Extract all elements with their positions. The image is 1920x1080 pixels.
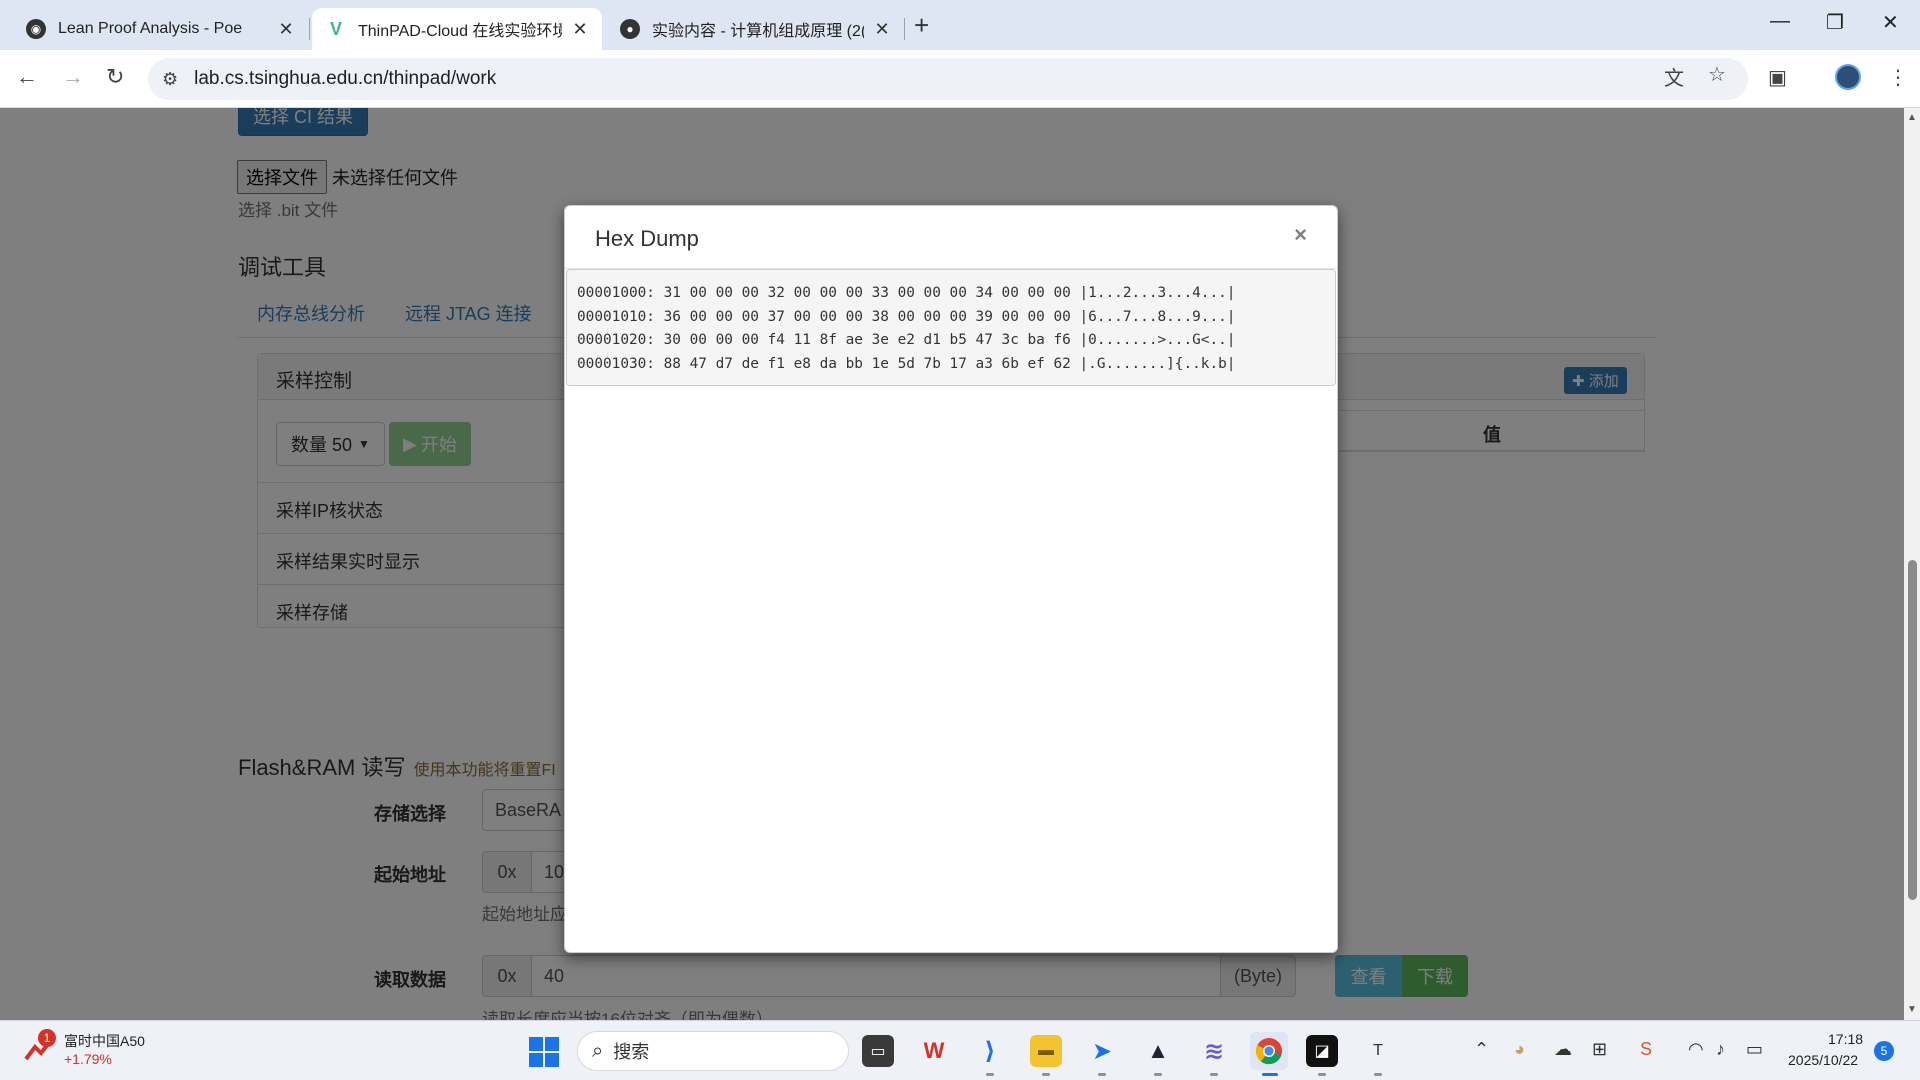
scroll-up-arrow-icon[interactable]: ▲ [1907, 112, 1917, 123]
tab-thinpad[interactable]: V ThinPAD-Cloud 在线实验环境 ✕ [312, 8, 602, 50]
profile-avatar[interactable] [1835, 64, 1861, 90]
close-window-icon[interactable]: ✕ [1882, 10, 1899, 35]
stock-badge: 1 [38, 1029, 56, 1047]
tab-divider [904, 18, 905, 40]
task-view-icon[interactable]: ▭ [862, 1035, 894, 1067]
minimize-icon[interactable]: — [1770, 10, 1790, 33]
site-settings-icon[interactable]: ⚙ [162, 69, 178, 90]
volume-icon[interactable]: ♪ [1716, 1039, 1725, 1060]
close-icon[interactable]: ✕ [570, 19, 590, 40]
windows-taskbar: 1 富时中国A50 +1.79% ⌕ 搜索 ▭ W ⟩ ▬ ➤ ▲ ≋ ◪ T … [0, 1020, 1920, 1080]
tab-title: ThinPAD-Cloud 在线实验环境 [358, 23, 562, 40]
bookmark-star-icon[interactable]: ☆ [1708, 62, 1726, 87]
stock-name: 富时中国A50 [64, 1033, 145, 1049]
url-text[interactable]: lab.cs.tsinghua.edu.cn/thinpad/work [194, 68, 496, 90]
feather-app-icon[interactable]: ≋ [1198, 1035, 1230, 1067]
address-bar-row: ← → ↻ ⚙ lab.cs.tsinghua.edu.cn/thinpad/w… [0, 50, 1920, 108]
running-indicator [1374, 1073, 1382, 1076]
wps-icon[interactable]: W [918, 1035, 950, 1067]
running-indicator [986, 1073, 994, 1076]
taskbar-search[interactable]: ⌕ 搜索 [577, 1031, 849, 1071]
windows-start-icon[interactable] [529, 1037, 559, 1067]
poe-icon: ◉ [26, 19, 46, 39]
text-app-icon[interactable]: T [1362, 1035, 1394, 1067]
running-indicator [1154, 1073, 1162, 1076]
close-icon[interactable]: ✕ [872, 19, 892, 40]
tab-poe[interactable]: ◉ Lean Proof Analysis - Poe ✕ [0, 8, 308, 50]
running-indicator [1318, 1073, 1326, 1076]
scroll-down-arrow-icon[interactable]: ▼ [1907, 1004, 1917, 1015]
notification-badge[interactable]: 5 [1874, 1041, 1894, 1061]
tab-search-icon[interactable]: ▣ [1768, 65, 1787, 90]
clock-time[interactable]: 17:18 [1828, 1031, 1863, 1047]
chrome-icon[interactable] [1250, 1032, 1288, 1070]
sogou-icon[interactable]: S [1640, 1039, 1652, 1060]
running-indicator [1098, 1073, 1106, 1076]
chrome-logo-icon [1255, 1038, 1282, 1065]
tab-divider [309, 18, 310, 40]
forward-arrow-icon[interactable]: → [62, 64, 84, 90]
github-icon: ● [620, 19, 640, 39]
tab-experiment[interactable]: ● 实验内容 - 计算机组成原理 (2( ✕ [604, 8, 904, 50]
chevron-up-icon[interactable]: ⌃ [1474, 1039, 1489, 1060]
dump-line: 00001010: 36 00 00 00 37 00 00 00 38 00 … [577, 308, 1236, 325]
tray-cat-icon[interactable]: ◕ [1514, 1039, 1525, 1060]
battery-icon[interactable]: ▭ [1746, 1039, 1763, 1060]
more-menu-icon[interactable]: ⋮ [1888, 65, 1908, 90]
wifi-icon[interactable]: ◠ [1688, 1039, 1704, 1060]
modal-title: Hex Dump [595, 226, 699, 251]
browser-tab-strip: ◉ Lean Proof Analysis - Poe ✕ V ThinPAD-… [0, 0, 1920, 50]
url-omnibox[interactable]: ⚙ lab.cs.tsinghua.edu.cn/thinpad/work [148, 58, 1748, 100]
page-scrollbar[interactable]: ▲ ▼ [1904, 108, 1920, 1020]
modal-header: Hex Dump × [565, 206, 1337, 269]
new-tab-plus-icon[interactable]: + [914, 10, 929, 41]
close-icon[interactable]: × [1294, 222, 1307, 248]
active-indicator [1262, 1073, 1278, 1076]
tab-title: Lean Proof Analysis - Poe [58, 20, 243, 37]
stock-change: +1.79% [64, 1051, 112, 1067]
search-icon: ⌕ [592, 1039, 604, 1062]
ime-icon[interactable]: ⊞ [1592, 1039, 1607, 1060]
ide-app-icon[interactable]: ◪ [1306, 1035, 1338, 1067]
translate-icon[interactable]: 文 [1664, 62, 1684, 91]
dump-line: 00001020: 30 00 00 00 f4 11 8f ae 3e e2 … [577, 332, 1236, 348]
close-icon[interactable]: ✕ [276, 19, 296, 40]
vue-icon: V [329, 18, 342, 39]
dump-line: 00001000: 31 00 00 00 32 00 00 00 33 00 … [577, 285, 1236, 301]
vscode-icon[interactable]: ⟩ [974, 1035, 1006, 1067]
scrollbar-thumb[interactable] [1908, 560, 1917, 900]
running-indicator [1042, 1073, 1050, 1076]
hex-dump-output: 00001000: 31 00 00 00 32 00 00 00 33 00 … [566, 269, 1336, 386]
clock-date[interactable]: 2025/10/22 [1788, 1052, 1858, 1068]
cloud-off-icon[interactable]: ☁ [1554, 1039, 1572, 1060]
restore-icon[interactable]: ❐ [1826, 10, 1844, 35]
file-explorer-icon[interactable]: ▬ [1030, 1035, 1062, 1067]
running-indicator [1210, 1073, 1218, 1076]
tab-title: 实验内容 - 计算机组成原理 (2( [652, 23, 864, 40]
dump-line: 00001030: 88 47 d7 de f1 e8 da bb 1e 5d … [577, 355, 1236, 372]
back-arrow-icon[interactable]: ← [16, 64, 38, 90]
hex-dump-modal: Hex Dump × 00001000: 31 00 00 00 32 00 0… [564, 205, 1338, 953]
search-placeholder: 搜索 [613, 1042, 650, 1062]
page-viewport: 选择 CI 结果 选择文件 未选择任何文件 选择 .bit 文件 调试工具 内存… [0, 108, 1904, 1020]
reload-icon[interactable]: ↻ [106, 64, 124, 90]
cat-app-icon[interactable]: ▲ [1142, 1035, 1174, 1067]
send-arrow-app-icon[interactable]: ➤ [1086, 1035, 1118, 1067]
